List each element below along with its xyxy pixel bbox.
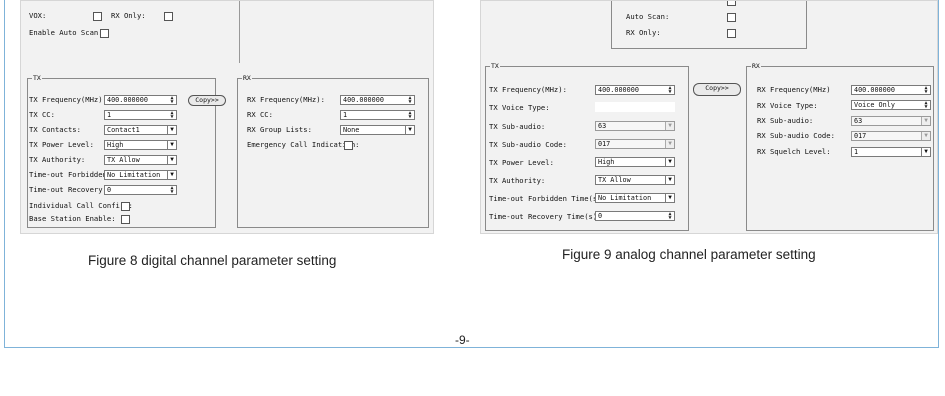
chevron-down-icon[interactable]: ▼ (665, 176, 674, 184)
rx-frequency-field[interactable]: 400.000000 ▲ ▼ (340, 95, 415, 105)
tx-authority-select[interactable]: TX Allow ▼ (104, 155, 177, 165)
chevron-down-icon[interactable]: ▼ (665, 158, 674, 166)
rx-frequency-label: RX Frequency(MHz): (247, 95, 325, 104)
emergency-call-label: Emergency Call Indication: (247, 140, 360, 149)
rx-voice-type-select[interactable]: Voice Only ▲ ▼ (851, 100, 931, 110)
tx-timeout-recovery-field[interactable]: 0 ▲ ▼ (595, 211, 675, 221)
rx-sub-audio-code-label: RX Sub-audio Code: (757, 131, 835, 140)
spin-arrows-icon[interactable]: ▲ ▼ (168, 186, 176, 194)
spin-arrows-icon[interactable]: ▲ ▼ (666, 212, 674, 220)
tx-sub-audio-code-label: TX Sub-audio Code: (489, 140, 567, 149)
rx-sub-audio-select[interactable]: 63 ▼ (851, 116, 931, 126)
rx-sub-audio-label: RX Sub-audio: (757, 116, 814, 125)
rx-squelch-level-label: RX Squelch Level: (757, 147, 831, 156)
tx-contacts-label: TX Contacts: (29, 125, 81, 134)
figure9-screenshot: Auto Scan: RX Only: TX TX Frequency(MHz)… (480, 0, 938, 234)
tx-timeout-forbidden-label: Time-out Forbidden Time(s): (489, 194, 606, 203)
auto-scan-checkbox[interactable] (100, 29, 109, 38)
tx-power-select[interactable]: High ▼ (104, 140, 177, 150)
figure8-caption: Figure 8 digital channel parameter setti… (88, 253, 337, 268)
auto-scan-label: Enable Auto Scan: (29, 28, 103, 37)
page-number: -9- (455, 333, 470, 347)
tx-voice-type-field[interactable] (595, 102, 675, 112)
chevron-down-icon[interactable]: ▼ (665, 122, 674, 130)
copy-button[interactable]: Copy>> (188, 95, 226, 106)
chevron-down-icon[interactable]: ▼ (665, 194, 674, 202)
tx-authority-label: TX Authority: (489, 176, 546, 185)
tx-frequency-label: TX Frequency(MHz): (29, 95, 107, 104)
chevron-down-icon[interactable]: ▼ (665, 140, 674, 148)
tx-frequency-field[interactable]: 400.000000 ▲ ▼ (104, 95, 177, 105)
chevron-down-icon[interactable]: ▼ (921, 148, 930, 156)
tx-group-title: TX (490, 62, 500, 71)
base-station-enable-label: Base Station Enable: (29, 214, 116, 223)
tx-cc-label: TX CC: (29, 110, 55, 119)
rx-voice-type-label: RX Voice Type: (757, 101, 818, 110)
rx-only-label: RX Only: (111, 11, 146, 20)
tx-authority-select[interactable]: TX Allow ▼ (595, 175, 675, 185)
tx-sub-audio-code-select[interactable]: 017 ▼ (595, 139, 675, 149)
tx-group-title: TX (32, 74, 42, 83)
rx-cc-field[interactable]: 1 ▲ ▼ (340, 110, 415, 120)
rx-sub-audio-code-select[interactable]: 017 ▼ (851, 131, 931, 141)
rx-group-lists-select[interactable]: None ▼ (340, 125, 415, 135)
tx-frequency-label: TX Frequency(MHz): (489, 85, 567, 94)
tx-cc-field[interactable]: 1 ▲ ▼ (104, 110, 177, 120)
tx-authority-label: TX Authority: (29, 155, 86, 164)
chevron-down-icon[interactable]: ▼ (167, 156, 176, 164)
tx-timeout-recovery-field[interactable]: 0 ▲ ▼ (104, 185, 177, 195)
tx-contacts-select[interactable]: Contact1 ▼ (104, 125, 177, 135)
spin-arrows-icon[interactable]: ▲ ▼ (168, 96, 176, 104)
rx-squelch-level-select[interactable]: 1 ▼ (851, 147, 931, 157)
rx-group-title: RX (242, 74, 252, 83)
spin-arrows-icon[interactable]: ▲ ▼ (922, 86, 930, 94)
tx-power-label: TX Power Level: (489, 158, 554, 167)
vox-label: VOX: (29, 11, 47, 20)
rx-group-title: RX (751, 62, 761, 71)
tx-voice-type-label: TX Voice Type: (489, 103, 550, 112)
chevron-down-icon[interactable]: ▼ (405, 126, 414, 134)
tx-timeout-forbidden-select[interactable]: No Limitation ▼ (104, 170, 177, 180)
chevron-down-icon[interactable]: ▼ (921, 117, 930, 125)
figure8-screenshot: VOX: RX Only: Enable Auto Scan: TX TX Fr… (20, 0, 434, 234)
spin-arrows-icon[interactable]: ▲ ▼ (168, 111, 176, 119)
spin-arrows-icon[interactable]: ▲ ▼ (406, 96, 414, 104)
base-station-enable-checkbox[interactable] (121, 215, 130, 224)
tx-power-label: TX Power Level: (29, 140, 94, 149)
rx-only-checkbox[interactable] (727, 29, 736, 38)
rx-only-checkbox[interactable] (164, 12, 173, 21)
tx-timeout-forbidden-select[interactable]: No Limitation ▼ (595, 193, 675, 203)
scan-options-box (611, 1, 807, 49)
auto-scan-checkbox[interactable] (727, 13, 736, 22)
emergency-call-checkbox[interactable] (344, 141, 353, 150)
tx-sub-audio-select[interactable]: 63 ▼ (595, 121, 675, 131)
spin-arrows-icon[interactable]: ▲ ▼ (666, 86, 674, 94)
top-hidden-checkbox[interactable] (727, 1, 736, 6)
chevron-down-icon[interactable]: ▼ (921, 132, 930, 140)
individual-call-confirm-label: Individual Call Confirm: (29, 201, 133, 210)
chevron-down-icon[interactable]: ▼ (167, 126, 176, 134)
spin-arrows-icon[interactable]: ▲ ▼ (922, 101, 930, 109)
figure9-caption: Figure 9 analog channel parameter settin… (562, 247, 816, 262)
rx-cc-label: RX CC: (247, 110, 273, 119)
tx-timeout-recovery-label: Time-out Recovery Time(s): (489, 212, 602, 221)
individual-call-confirm-checkbox[interactable] (121, 202, 130, 211)
auto-scan-label: Auto Scan: (626, 12, 670, 21)
vox-checkbox[interactable] (93, 12, 102, 21)
chevron-down-icon[interactable]: ▼ (167, 171, 176, 179)
rx-frequency-label: RX Frequency(MHz) (757, 85, 831, 94)
copy-button[interactable]: Copy>> (693, 83, 741, 96)
rx-group-lists-label: RX Group Lists: (247, 125, 312, 134)
spin-arrows-icon[interactable]: ▲ ▼ (406, 111, 414, 119)
rx-only-label: RX Only: (626, 28, 661, 37)
tx-power-select[interactable]: High ▼ (595, 157, 675, 167)
rx-frequency-field[interactable]: 400.000000 ▲ ▼ (851, 85, 931, 95)
tx-sub-audio-label: TX Sub-audio: (489, 122, 546, 131)
chevron-down-icon[interactable]: ▼ (167, 141, 176, 149)
tx-frequency-field[interactable]: 400.000000 ▲ ▼ (595, 85, 675, 95)
